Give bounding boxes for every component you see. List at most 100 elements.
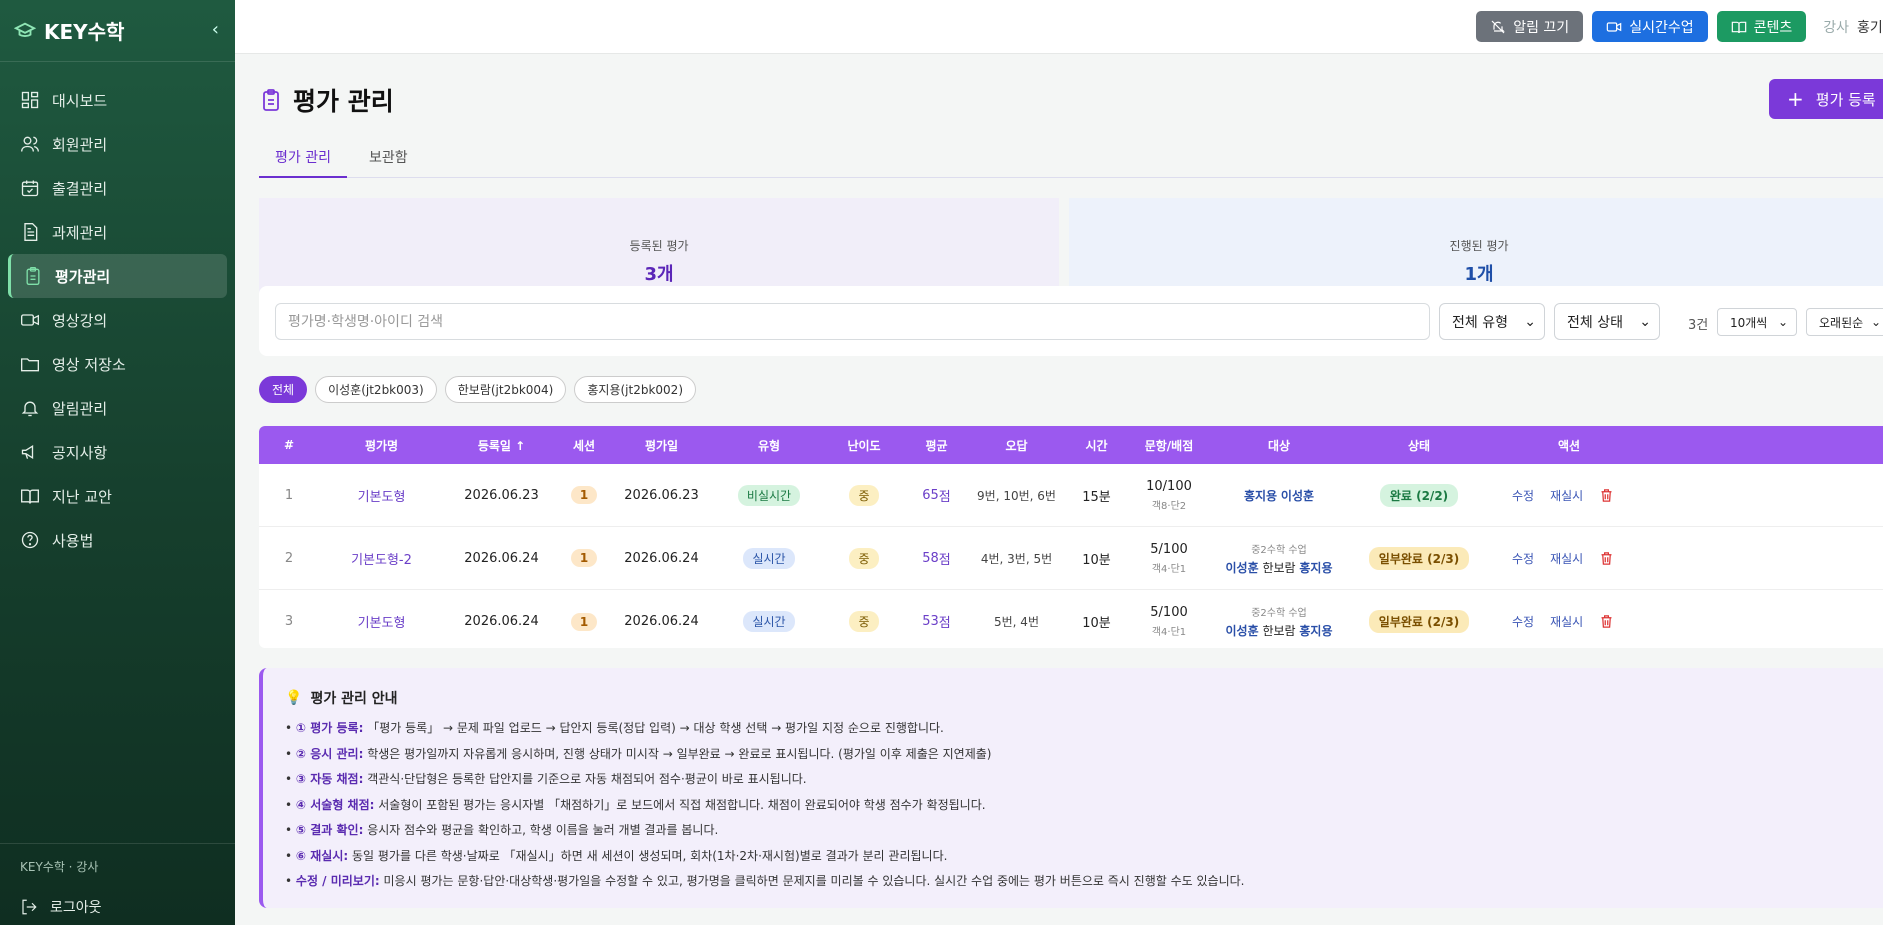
question-score: 5/100 객4·단1 xyxy=(1129,590,1209,648)
bell-off-icon xyxy=(1491,20,1505,33)
type-badge: 실시간 xyxy=(743,611,795,632)
target-student-link[interactable]: 홍지용 xyxy=(1299,624,1332,638)
live-class-button[interactable]: 실시간수업 xyxy=(1592,11,1708,42)
mute-notifications-button[interactable]: 알림 끄기 xyxy=(1476,11,1584,42)
chevron-down-icon: ⌄ xyxy=(1524,313,1536,330)
target-student-link[interactable]: 한보람 xyxy=(1262,624,1295,638)
sort-select[interactable]: 오래된순 ⌄ xyxy=(1806,308,1883,336)
users-icon xyxy=(21,136,39,152)
target-student-link[interactable]: 홍지용 xyxy=(1244,489,1277,503)
sidebar-item-notifications[interactable]: 알림관리 xyxy=(8,386,227,430)
level-badge: 중 xyxy=(849,611,879,632)
trash-icon[interactable] xyxy=(1599,551,1614,566)
chevron-left-icon[interactable]: ‹ xyxy=(212,19,219,40)
header-cell: 평균 xyxy=(925,438,948,453)
chip-student[interactable]: 홍지용(jt2bk002) xyxy=(574,376,697,403)
trash-icon[interactable] xyxy=(1599,614,1614,629)
evaluation-table: # 평가명 등록일 ↑ 세션 평가일 유형 난이도 평균 오답 시간 문항/배점… xyxy=(259,426,1883,648)
average-score: 65 점 xyxy=(904,464,969,526)
search-input[interactable] xyxy=(275,303,1430,340)
target-student-link[interactable]: 이성훈 xyxy=(1225,624,1258,638)
type-badge: 실시간 xyxy=(743,547,795,569)
logout-button[interactable]: 로그아웃 xyxy=(0,889,235,925)
average-unit: 점 xyxy=(938,489,951,505)
target-student-link[interactable]: 이성훈 xyxy=(1281,489,1314,503)
mute-label: 알림 끄기 xyxy=(1513,19,1570,36)
sidebar-item-label: 공지사항 xyxy=(52,443,108,462)
megaphone-icon xyxy=(21,444,34,460)
retest-button[interactable]: 재실시 xyxy=(1550,613,1583,630)
target-student-link[interactable]: 한보람 xyxy=(1262,561,1295,575)
edit-button[interactable]: 수정 xyxy=(1512,550,1534,567)
evaluation-name-link[interactable]: 기본도형-2 xyxy=(319,527,444,589)
wrong-answers: 5번, 4번 xyxy=(994,615,1039,629)
sidebar-item-label: 회원관리 xyxy=(52,135,108,154)
guide-item-text: 객관식·단답형은 등록한 답안지를 기준으로 자동 채점되어 점수·평균이 바로… xyxy=(367,772,807,786)
evaluation-name-link[interactable]: 기본도형 xyxy=(319,590,444,648)
status-select[interactable]: 전체 상태 ⌄ xyxy=(1554,303,1660,340)
plus-icon: + xyxy=(1787,87,1804,111)
average-score: 58 점 xyxy=(904,527,969,589)
sidebar-item-video-lectures[interactable]: 영상강의 xyxy=(8,298,227,342)
sort-value: 오래된순 xyxy=(1819,315,1864,330)
average-value: 58 xyxy=(922,550,939,566)
sidebar-item-assignments[interactable]: 과제관리 xyxy=(8,210,227,254)
bell-icon xyxy=(21,401,39,417)
user-name[interactable]: 홍기 xyxy=(1857,17,1883,37)
tab-archive[interactable]: 보관함 xyxy=(353,146,424,178)
status-cell: 일부완료 (2/3) xyxy=(1349,590,1489,648)
guide-title: 💡 평가 관리 안내 xyxy=(285,688,1877,708)
header-cell[interactable]: 등록일 ↑ xyxy=(444,426,559,464)
sidebar-item-members[interactable]: 회원관리 xyxy=(8,122,227,166)
time-limit: 10분 xyxy=(1082,616,1111,631)
sidebar-item-label: 대시보드 xyxy=(52,91,108,110)
sidebar-nav: 대시보드 회원관리 출결관리 과제관리 평가관리 영상강의 영상 저장소 알림관… xyxy=(0,62,235,562)
chevron-down-icon: ⌄ xyxy=(1639,313,1651,330)
result-count: 3건 xyxy=(1688,318,1709,333)
actions-cell: 수정 재실시 xyxy=(1512,464,1649,526)
sidebar-item-help[interactable]: 사용법 xyxy=(8,518,227,562)
sidebar-item-label: 평가관리 xyxy=(55,267,111,286)
header-cell: 액션 xyxy=(1557,438,1581,453)
target-student-link[interactable]: 홍지용 xyxy=(1299,561,1332,575)
guide-item-text: 미응시 평가는 문항·답안·대상학생·평가일을 수정할 수 있고, 평가명을 클… xyxy=(383,874,1245,888)
sidebar-item-label: 출결관리 xyxy=(52,179,108,198)
sidebar-item-evaluation[interactable]: 평가관리 xyxy=(8,254,227,298)
add-evaluation-button[interactable]: + 평가 등록 xyxy=(1769,79,1883,119)
chip-all[interactable]: 전체 xyxy=(259,376,308,403)
target-student-link[interactable]: 이성훈 xyxy=(1225,561,1258,575)
trash-icon[interactable] xyxy=(1599,488,1614,503)
sidebar-item-dashboard[interactable]: 대시보드 xyxy=(8,78,227,122)
logout-label: 로그아웃 xyxy=(50,900,102,916)
evaluation-name-link[interactable]: 기본도형 xyxy=(319,464,444,526)
type-select[interactable]: 전체 유형 ⌄ xyxy=(1439,303,1545,340)
content-button[interactable]: 콘텐츠 xyxy=(1716,11,1807,42)
edit-button[interactable]: 수정 xyxy=(1512,487,1534,504)
edit-button[interactable]: 수정 xyxy=(1512,613,1534,630)
page-size-select[interactable]: 10개씩 ⌄ xyxy=(1717,308,1797,336)
retest-button[interactable]: 재실시 xyxy=(1550,487,1583,504)
folder-icon xyxy=(21,358,39,372)
chip-student[interactable]: 한보람(jt2bk004) xyxy=(444,376,567,403)
registered-date: 2026.06.23 xyxy=(464,487,539,503)
video-icon xyxy=(1606,21,1622,32)
target-names: 이성훈 한보람 홍지용 xyxy=(1225,622,1332,639)
chip-student[interactable]: 이성훈(jt2bk003) xyxy=(315,376,437,403)
sidebar-item-attendance[interactable]: 출결관리 xyxy=(8,166,227,210)
sidebar-item-past-materials[interactable]: 지난 교안 xyxy=(8,474,227,518)
brand-name: KEY수학 xyxy=(44,20,125,44)
type-cell: 실시간 xyxy=(714,527,824,589)
guide-item: • ② 응시 관리: 학생은 평가일까지 자유롭게 응시하며, 진행 상태가 미… xyxy=(285,746,992,761)
status-badge: 일부완료 (2/3) xyxy=(1368,546,1470,570)
wrong-answers: 9번, 10번, 6번 xyxy=(977,488,1056,503)
sidebar-item-video-storage[interactable]: 영상 저장소 xyxy=(8,342,227,386)
calendar-icon xyxy=(21,180,39,197)
guide-item: • ⑥ 재실시: 동일 평가를 다른 학생·날짜로 「재실시」하면 새 세션이 … xyxy=(285,848,948,863)
sidebar-item-notices[interactable]: 공지사항 xyxy=(8,430,227,474)
retest-button[interactable]: 재실시 xyxy=(1550,550,1583,567)
session-badge: 1 xyxy=(570,486,598,504)
tab-evaluation[interactable]: 평가 관리 xyxy=(259,146,347,178)
brand: KEY수학 ‹ xyxy=(0,0,235,62)
guide-item-head: ① 평가 등록: xyxy=(295,721,364,735)
target-students: 중2수학 수업 이성훈 한보람 홍지용 xyxy=(1209,590,1349,648)
